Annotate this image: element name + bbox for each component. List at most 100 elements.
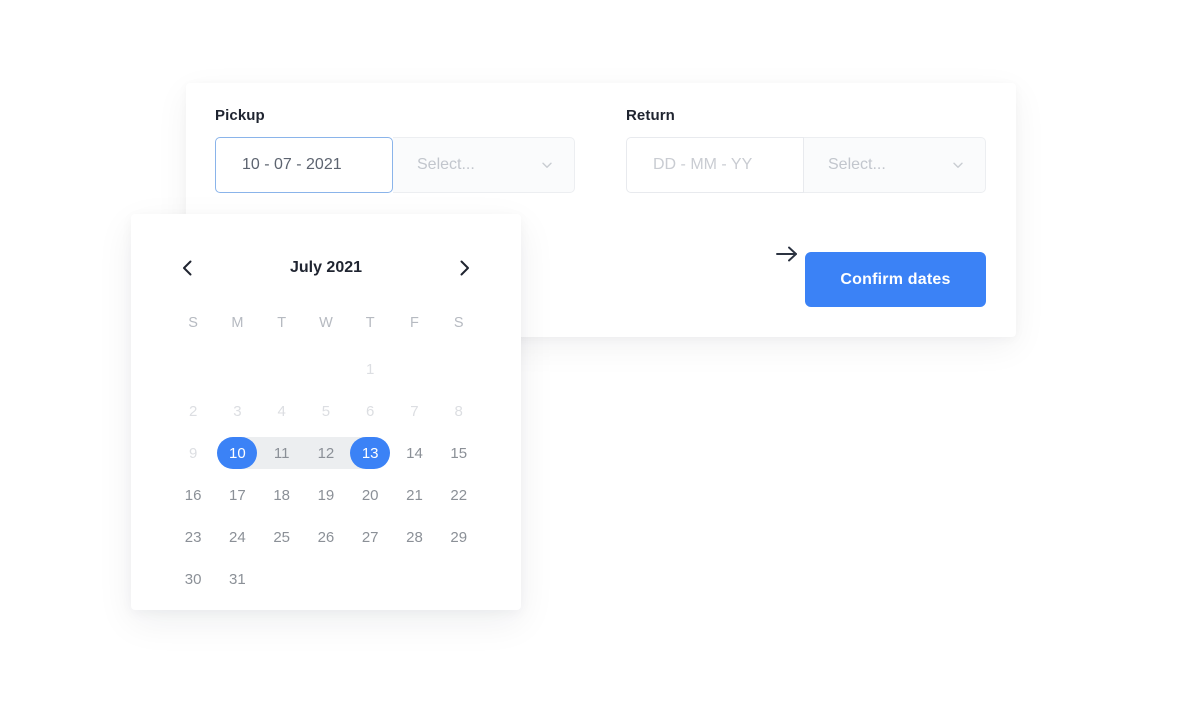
calendar-day-empty (437, 558, 481, 600)
calendar-day-label: 29 (450, 528, 468, 546)
calendar-day[interactable]: 13 (348, 432, 392, 474)
calendar-day-label: 2 (188, 402, 198, 420)
calendar-weekday-row: SMTWTFS (171, 306, 481, 348)
calendar-day-empty (392, 348, 436, 390)
calendar-day[interactable]: 12 (303, 432, 349, 474)
return-field-row: DD - MM - YY Select... (626, 137, 986, 193)
return-label: Return (626, 107, 675, 124)
calendar-day-label: 24 (229, 528, 246, 546)
calendar-weekday: F (410, 315, 419, 331)
calendar-grid: SMTWTFS 1 2 3 4 5 6 7 8 9 10 11 12 13 14 15 16 17 18 19 20 2… (171, 306, 481, 600)
chevron-right-icon[interactable] (453, 257, 475, 279)
calendar-day-empty (260, 348, 304, 390)
calendar-day-label: 5 (321, 402, 331, 420)
return-field-group: Return DD - MM - YY Select... (626, 107, 986, 193)
calendar-day-label: 18 (273, 486, 290, 504)
calendar-day-label: 28 (406, 528, 423, 546)
calendar-day-empty (304, 558, 348, 600)
calendar-week-row: 16 17 18 19 20 21 22 (171, 474, 481, 516)
calendar-week-row: 23 24 25 26 27 28 29 (171, 516, 481, 558)
calendar-day[interactable]: 17 (215, 474, 259, 516)
calendar-day[interactable]: 24 (215, 516, 259, 558)
pickup-date-input[interactable]: 10 - 07 - 2021 (215, 137, 393, 193)
calendar-day[interactable]: 26 (304, 516, 348, 558)
calendar-day-empty (392, 558, 436, 600)
calendar-day[interactable]: 15 (437, 432, 481, 474)
calendar-day[interactable]: 18 (260, 474, 304, 516)
calendar-weekday: W (319, 315, 333, 331)
calendar-day-label: 1 (366, 360, 375, 378)
calendar-day[interactable]: 21 (392, 474, 436, 516)
calendar-week-row: 1 (171, 348, 481, 390)
calendar-header: July 2021 (177, 254, 475, 282)
chevron-down-icon (951, 158, 965, 172)
pickup-time-value: Select... (417, 156, 475, 173)
calendar-day-label: 11 (273, 444, 290, 462)
pickup-label: Pickup (215, 107, 265, 124)
calendar-day[interactable]: 23 (171, 516, 215, 558)
calendar-weekday: S (188, 315, 198, 331)
return-date-input[interactable]: DD - MM - YY (626, 137, 804, 193)
calendar-weeks: 1 2 3 4 5 6 7 8 9 10 11 12 13 14 15 16 17 18 19 20 21 22 23 24 2… (171, 348, 481, 600)
calendar-day: 9 (171, 432, 215, 474)
calendar-day-empty (437, 348, 481, 390)
calendar-day[interactable]: 22 (437, 474, 481, 516)
pickup-time-select[interactable]: Select... (393, 137, 575, 193)
calendar-day-label: 8 (454, 402, 463, 420)
chevron-down-icon (540, 158, 554, 172)
calendar-day-label: 12 (317, 444, 335, 462)
return-time-select[interactable]: Select... (804, 137, 986, 193)
calendar-day[interactable]: 27 (348, 516, 392, 558)
calendar-day-empty (260, 558, 304, 600)
calendar-day-label: 22 (450, 486, 468, 504)
arrow-right-icon (774, 241, 800, 267)
calendar-popup: July 2021 SMTWTFS 1 2 3 4 5 6 7 8 9 10 11 12 13 14 15 1… (131, 214, 521, 610)
calendar-day-label: 23 (184, 528, 202, 546)
calendar-day-label: 6 (366, 402, 375, 420)
calendar-day[interactable]: 25 (260, 516, 304, 558)
calendar-title: July 2021 (289, 259, 363, 276)
calendar-day[interactable]: 20 (348, 474, 392, 516)
calendar-day[interactable]: 31 (215, 558, 259, 600)
calendar-day[interactable]: 30 (171, 558, 215, 600)
calendar-day-label: 26 (317, 528, 335, 546)
calendar-day-empty (304, 348, 348, 390)
calendar-day-label: 15 (450, 444, 468, 462)
calendar-day-label: 3 (233, 402, 242, 420)
calendar-day-label: 13 (361, 444, 379, 462)
calendar-day[interactable]: 19 (304, 474, 348, 516)
calendar-day-label: 9 (188, 444, 198, 462)
calendar-day[interactable]: 29 (437, 516, 481, 558)
calendar-weekday: T (277, 315, 287, 331)
calendar-day-label: 10 (229, 444, 246, 462)
calendar-day-label: 30 (184, 570, 202, 588)
pickup-field-group: Pickup 10 - 07 - 2021 Select... (215, 107, 575, 193)
calendar-day-label: 14 (406, 444, 423, 462)
calendar-day-label: 17 (229, 486, 246, 504)
calendar-day: 3 (215, 390, 259, 432)
calendar-day-label: 7 (410, 402, 419, 420)
calendar-day-label: 19 (317, 486, 335, 504)
pickup-field-row: 10 - 07 - 2021 Select... (215, 137, 575, 193)
calendar-weekday: M (231, 315, 244, 331)
calendar-day-label: 25 (273, 528, 290, 546)
calendar-day[interactable]: 10 (215, 432, 260, 474)
calendar-day[interactable]: 14 (392, 432, 436, 474)
calendar-day-label: 4 (277, 402, 286, 420)
return-time-value: Select... (828, 156, 886, 173)
calendar-day[interactable]: 16 (171, 474, 215, 516)
calendar-weekday: S (453, 315, 464, 331)
calendar-day-label: 31 (229, 570, 246, 588)
calendar-day: 1 (348, 348, 392, 390)
chevron-left-icon[interactable] (177, 257, 199, 279)
calendar-day: 7 (392, 390, 436, 432)
calendar-weekday: T (365, 315, 375, 331)
calendar-day: 4 (260, 390, 304, 432)
calendar-day-label: 16 (184, 486, 202, 504)
calendar-week-row: 30 31 (171, 558, 481, 600)
calendar-day-empty (348, 558, 392, 600)
calendar-day[interactable]: 11 (259, 432, 304, 474)
calendar-day[interactable]: 28 (392, 516, 436, 558)
confirm-dates-button[interactable]: Confirm dates (805, 252, 986, 307)
calendar-week-row: 9 10 11 12 13 14 15 (171, 432, 481, 474)
